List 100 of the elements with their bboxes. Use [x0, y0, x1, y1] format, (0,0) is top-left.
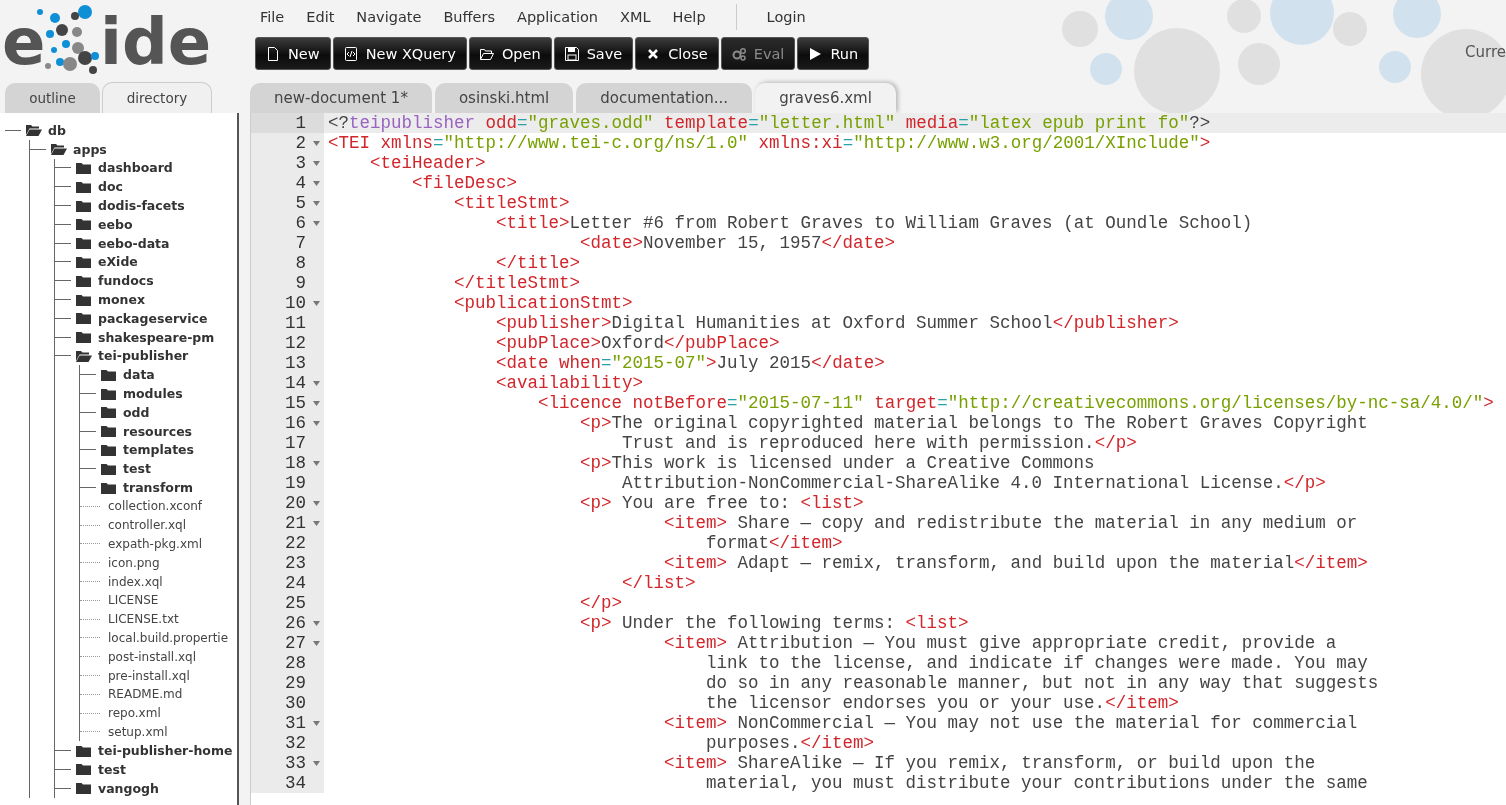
toolbar-button[interactable]: New XQuery [332, 37, 467, 70]
fold-arrow-icon[interactable] [312, 720, 320, 726]
folder-label[interactable]: eXide [98, 254, 138, 270]
fold-arrow-icon[interactable] [312, 160, 320, 166]
folder-label[interactable]: templates [123, 442, 195, 458]
file-label[interactable]: post-install.xql [108, 649, 197, 664]
sidebar-tab[interactable]: directory [102, 82, 212, 113]
fold-arrow-icon[interactable] [312, 400, 320, 406]
open-folder-icon[interactable] [25, 123, 42, 138]
folder-icon[interactable] [75, 273, 92, 288]
folder-label[interactable]: dodis-facets [98, 198, 185, 214]
menu-item[interactable]: Navigate [356, 9, 422, 25]
folder-label[interactable]: monex [98, 292, 146, 308]
folder-label[interactable]: odd [123, 404, 150, 420]
folder-icon[interactable] [75, 330, 92, 345]
editor-tab[interactable]: new-document 1* [250, 83, 432, 113]
fold-arrow-icon[interactable] [312, 520, 320, 526]
folder-label[interactable]: fundocs [98, 273, 154, 289]
file-label[interactable]: LICENSE [108, 593, 159, 608]
folder-label[interactable]: test [123, 461, 151, 477]
line-number: 27 [285, 633, 307, 653]
sidebar-tab[interactable]: outline [5, 83, 100, 113]
fold-arrow-icon[interactable] [312, 380, 320, 386]
file-label[interactable]: collection.xconf [108, 499, 203, 514]
file-label[interactable]: setup.xml [108, 724, 168, 739]
folder-label[interactable]: eebo-data [98, 235, 170, 251]
file-label[interactable]: icon.png [108, 555, 160, 570]
folder-icon[interactable] [100, 480, 117, 495]
folder-label[interactable]: dashboard [98, 160, 173, 176]
folder-icon [479, 46, 494, 61]
folder-label[interactable]: apps [73, 141, 107, 157]
folder-label[interactable]: tei-publisher-home [98, 743, 233, 759]
folder-icon[interactable] [75, 161, 92, 175]
folder-label[interactable]: db [48, 122, 66, 138]
folder-icon[interactable] [75, 292, 92, 307]
folder-icon[interactable] [75, 236, 92, 251]
folder-icon[interactable] [75, 179, 92, 194]
file-label[interactable]: controller.xql [108, 518, 186, 533]
code-line: <item> NonCommercial — You may not use the material for commercial [663, 713, 1359, 733]
menu-item[interactable]: Help [672, 9, 706, 25]
fold-arrow-icon[interactable] [312, 760, 320, 766]
folder-icon[interactable] [100, 386, 117, 401]
menu-item[interactable]: Application [517, 9, 598, 25]
menu-item[interactable]: File [260, 9, 285, 25]
folder-icon[interactable] [75, 781, 92, 796]
folder-icon[interactable] [100, 424, 117, 439]
folder-icon[interactable] [75, 217, 92, 232]
open-folder-icon[interactable] [50, 142, 67, 157]
folder-label[interactable]: data [123, 367, 155, 383]
editor-tab[interactable]: documentation... [576, 83, 753, 113]
folder-label[interactable]: doc [98, 179, 123, 195]
menu-item[interactable]: Edit [306, 9, 335, 25]
file-label[interactable]: local.build.propertie [108, 630, 229, 645]
fold-arrow-icon[interactable] [312, 460, 320, 466]
fold-arrow-icon[interactable] [312, 620, 320, 626]
close-icon [646, 46, 661, 61]
folder-label[interactable]: tei-publisher [98, 348, 189, 364]
editor-tab[interactable]: graves6.xml [755, 83, 896, 113]
folder-icon[interactable] [75, 198, 92, 213]
folder-label[interactable]: test [98, 762, 126, 777]
fold-arrow-icon[interactable] [312, 200, 320, 206]
fold-arrow-icon[interactable] [312, 640, 320, 646]
fold-arrow-icon[interactable] [312, 220, 320, 226]
open-folder-icon[interactable] [75, 348, 92, 363]
toolbar-button[interactable]: Run [797, 37, 870, 70]
folder-label[interactable]: resources [123, 423, 193, 439]
file-label[interactable]: README.md [108, 687, 183, 702]
folder-label[interactable]: vangogh [98, 780, 159, 796]
folder-icon[interactable] [75, 311, 92, 326]
login-link[interactable]: Login [766, 9, 806, 25]
toolbar-button[interactable]: Close [635, 37, 719, 70]
editor-tab[interactable]: osinski.html [434, 83, 574, 113]
folder-icon[interactable] [100, 367, 117, 382]
fold-arrow-icon[interactable] [312, 140, 320, 146]
folder-label[interactable]: transform [123, 480, 194, 496]
folder-label[interactable]: packageservice [98, 310, 208, 326]
menu-item[interactable]: XML [620, 9, 651, 25]
folder-icon[interactable] [75, 743, 92, 758]
folder-label[interactable]: modules [123, 386, 183, 402]
file-label[interactable]: pre-install.xql [108, 668, 190, 683]
file-label[interactable]: LICENSE.txt [108, 612, 179, 627]
fold-arrow-icon[interactable] [312, 180, 320, 186]
folder-label[interactable]: eebo [98, 216, 133, 232]
folder-icon[interactable] [75, 762, 92, 777]
file-label[interactable]: expath-pkg.xml [108, 536, 202, 551]
folder-icon[interactable] [75, 254, 92, 269]
folder-label[interactable]: shakespeare-pm [98, 329, 215, 345]
toolbar-button[interactable]: Save [553, 37, 634, 70]
code-line: <publicationStmt> [453, 293, 634, 313]
folder-icon[interactable] [100, 461, 117, 476]
folder-icon[interactable] [100, 405, 117, 420]
fold-arrow-icon[interactable] [312, 420, 320, 426]
file-label[interactable]: index.xql [108, 574, 163, 589]
fold-arrow-icon[interactable] [312, 500, 320, 506]
toolbar-button[interactable]: New [255, 37, 331, 70]
menu-item[interactable]: Buffers [443, 9, 495, 25]
toolbar-button[interactable]: Open [468, 37, 552, 70]
file-label[interactable]: repo.xml [108, 706, 161, 721]
folder-icon[interactable] [100, 442, 117, 457]
fold-arrow-icon[interactable] [312, 300, 320, 306]
